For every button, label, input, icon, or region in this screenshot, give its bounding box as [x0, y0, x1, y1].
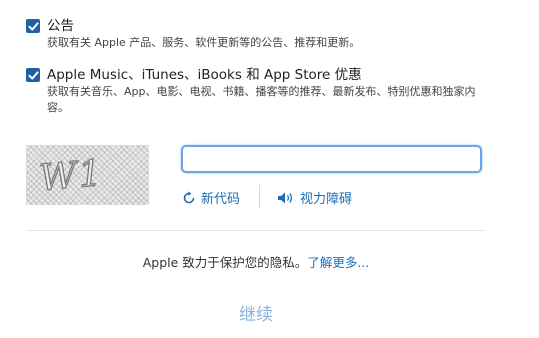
learn-more-link[interactable]: 了解更多...: [307, 255, 369, 270]
offers-checkbox[interactable]: [26, 68, 40, 82]
announcements-description: 获取有关 Apple 产品、服务、软件更新等的公告、推荐和更新。: [47, 36, 361, 49]
vision-impaired-label: 视力障碍: [300, 192, 353, 207]
announcements-checkbox[interactable]: [26, 19, 40, 33]
refresh-icon: [182, 190, 196, 205]
privacy-text: Apple 致力于保护您的隐私。: [142, 255, 308, 270]
checkmark-icon: [28, 70, 39, 80]
announcements-option: 公告 获取有关 Apple 产品、服务、软件更新等的公告、推荐和更新。: [26, 17, 497, 51]
new-code-label: 新代码: [201, 192, 241, 207]
captcha-image: W1: [26, 145, 149, 205]
announcements-title: 公告: [47, 18, 74, 34]
captcha-input[interactable]: [181, 145, 482, 173]
offers-description: 获取有关音乐、App、电影、电视、书籍、播客等的推荐、最新发布、特别优惠和独家内…: [47, 85, 476, 114]
continue-button[interactable]: 继续: [206, 300, 306, 325]
section-divider: [26, 230, 486, 231]
privacy-statement: Apple 致力于保护您的隐私。了解更多...: [0, 252, 512, 271]
captcha-text: W1: [38, 153, 105, 199]
vision-impaired-button[interactable]: 视力障碍: [277, 188, 352, 207]
checkmark-icon: [28, 21, 39, 31]
offers-title: Apple Music、iTunes、iBooks 和 App Store 优惠: [47, 67, 362, 83]
offers-option: Apple Music、iTunes、iBooks 和 App Store 优惠…: [26, 66, 497, 116]
speaker-icon: [277, 191, 295, 205]
divider: [259, 185, 260, 209]
new-code-button[interactable]: 新代码: [182, 188, 240, 207]
